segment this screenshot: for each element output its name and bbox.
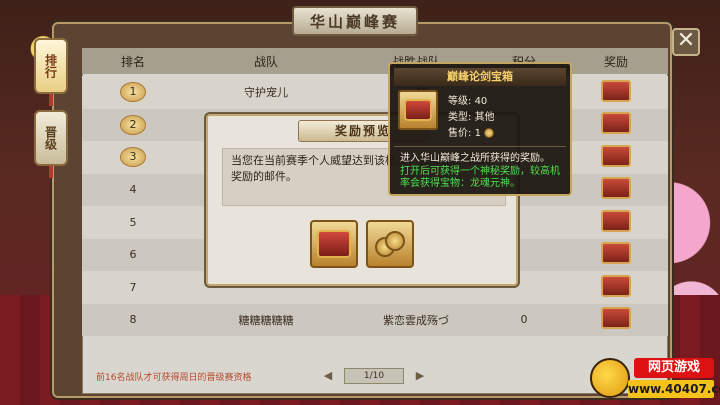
table-header: 排名 战队 战胜战队 积分 奖励 [82, 48, 668, 74]
tooltip-price: 售价: 1 [448, 124, 494, 139]
rank-number: 4 [129, 183, 137, 197]
tab-ranking[interactable]: 排行 [34, 38, 68, 106]
site-logo: 网页游戏 www.40407.com [590, 352, 720, 402]
mascot-icon [590, 358, 630, 398]
tab-label: 排行 [43, 54, 58, 78]
treasure-chest-icon[interactable] [601, 242, 631, 265]
qualification-note: 前16名战队才可获得周日的晋级赛资格 [96, 373, 252, 383]
logo-text-bottom: www.40407.com [628, 380, 720, 398]
tooltip-level: 等级: 40 [448, 96, 488, 107]
col-reward: 奖励 [603, 54, 628, 69]
table-row[interactable]: 1 守护宠儿 一梦 [82, 76, 668, 109]
treasure-chest-icon[interactable] [601, 112, 631, 135]
divider [394, 146, 566, 147]
rank-number: 8 [129, 313, 137, 327]
prev-page-button[interactable]: ◀ [322, 370, 334, 382]
rank-medal: 1 [120, 82, 146, 103]
reward-slot-chest[interactable] [310, 220, 358, 268]
tooltip-description: 进入华山巅峰之战所获得的奖励。 [400, 153, 550, 164]
col-team: 战队 [253, 54, 278, 69]
treasure-chest-icon[interactable] [601, 274, 631, 297]
score: 0 [520, 313, 528, 327]
treasure-chest-icon[interactable] [601, 209, 631, 232]
team-name: 糖糖糖糖糖 [238, 313, 294, 327]
coins-icon [373, 229, 407, 259]
team-name: 守护宠儿 [244, 86, 288, 100]
treasure-chest-icon[interactable] [601, 177, 631, 200]
tassel-decoration [49, 94, 53, 106]
col-rank: 排名 [120, 54, 145, 69]
treasure-chest-icon [404, 99, 432, 121]
tooltip-title: 巅峰论剑宝箱 [394, 68, 566, 86]
table-row[interactable]: 8 糖糖糖糖糖 紫恋雲成殇づ 0 [82, 303, 668, 336]
tooltip-type: 类型: 其他 [448, 112, 495, 123]
rank-number: 6 [129, 248, 137, 262]
tab-label: 晋级 [43, 126, 58, 150]
logo-text-top: 网页游戏 [634, 358, 714, 378]
close-button[interactable]: ✕ [672, 28, 700, 56]
close-icon: ✕ [676, 28, 696, 53]
pagination: ◀ 1/10 ▶ [322, 368, 426, 384]
treasure-chest-icon[interactable] [601, 144, 631, 167]
treasure-chest-icon[interactable] [601, 307, 631, 330]
page-indicator: 1/10 [344, 368, 404, 384]
rank-number: 5 [129, 215, 137, 229]
treasure-chest-icon[interactable] [601, 79, 631, 102]
rank-medal: 3 [120, 147, 146, 168]
tab-promotion[interactable]: 晋级 [34, 110, 68, 178]
rank-medal: 2 [120, 114, 146, 135]
tooltip-item-icon [398, 90, 438, 130]
coin-icon [483, 128, 494, 138]
tassel-decoration [49, 166, 53, 178]
treasure-chest-icon [317, 230, 351, 258]
item-tooltip: 巅峰论剑宝箱 等级: 40 类型: 其他 售价: 1 进入华山巅峰之战所获得的奖… [388, 62, 572, 196]
tooltip-effect: 打开后可获得一个神秘奖励，较高机率会获得宝物：龙魂元神。 [400, 166, 560, 189]
reward-slot-coins[interactable] [366, 220, 414, 268]
next-page-button[interactable]: ▶ [414, 370, 426, 382]
window-title: 华山巅峰赛 [292, 6, 418, 36]
rank-number: 7 [129, 280, 137, 294]
defeated-team: 紫恋雲成殇づ [383, 313, 449, 327]
